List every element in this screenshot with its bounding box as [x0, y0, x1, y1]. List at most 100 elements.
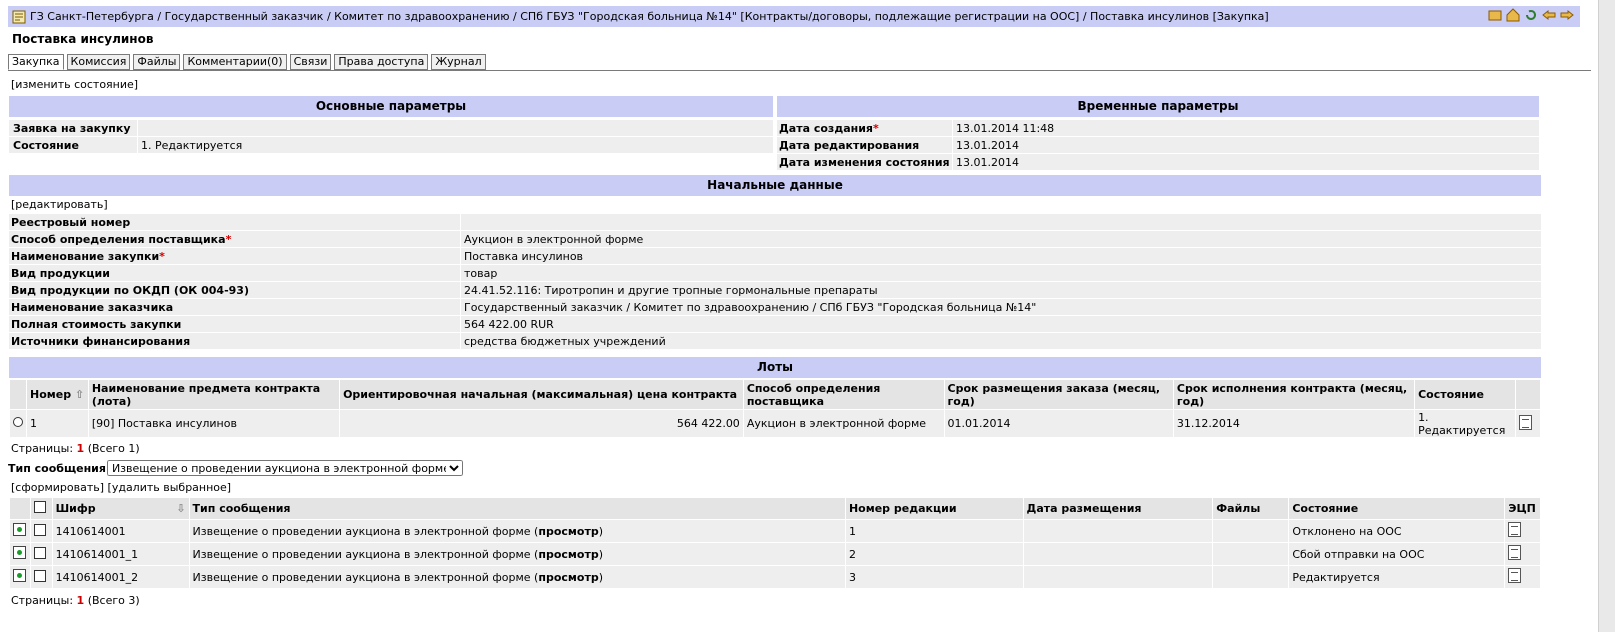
initial-data-row: Наименование закупки* Поставка инсулинов: [9, 248, 1541, 265]
time-param-row: Дата изменения состояния 13.01.2014: [777, 154, 1539, 171]
main-param-value: [137, 120, 141, 136]
time-param-row: Дата создания* 13.01.2014 11:48: [777, 120, 1539, 137]
lot-price: 564 422.00: [339, 409, 744, 438]
current-page[interactable]: 1: [77, 442, 85, 455]
main-param-row: Заявка на закупку: [9, 120, 773, 137]
msg-header-select: [30, 497, 53, 520]
document-icon[interactable]: [1508, 522, 1522, 537]
forward-icon[interactable]: [1560, 8, 1574, 22]
home-icon[interactable]: [1506, 8, 1520, 22]
lots-header-place-date: Срок размещения заказа (месяц, год): [943, 379, 1174, 410]
message-type-label: Тип сообщения: [8, 461, 106, 475]
required-marker: *: [873, 122, 879, 135]
edit-link[interactable]: [редактировать]: [9, 196, 1541, 214]
back-icon[interactable]: [1542, 8, 1556, 22]
message-status-icon[interactable]: [13, 523, 26, 536]
main-param-label: Заявка на закупку: [13, 122, 131, 135]
message-revision: 2: [844, 542, 1024, 566]
message-state: Редактируется: [1288, 565, 1506, 589]
initial-data-value: средства бюджетных учреждений: [460, 333, 666, 349]
lot-radio[interactable]: [13, 417, 23, 427]
time-param-value: 13.01.2014 11:48: [952, 120, 1054, 136]
document-icon[interactable]: [1518, 414, 1532, 430]
lots-pagination: Страницы: 1 (Всего 1): [9, 442, 1541, 455]
view-link[interactable]: просмотр: [538, 571, 598, 584]
initial-data-row: Способ определения поставщика* Аукцион в …: [9, 231, 1541, 248]
main-param-row: Состояние 1. Редактируется: [9, 137, 773, 154]
time-param-value: 13.01.2014: [952, 137, 1019, 153]
sort-down-icon[interactable]: ⇩: [176, 502, 185, 515]
lot-row: 1 [90] Поставка инсулинов 564 422.00 Аук…: [9, 409, 1542, 438]
document-icon[interactable]: [1508, 568, 1522, 583]
lot-name[interactable]: [90] Поставка инсулинов: [87, 409, 341, 438]
change-state-link[interactable]: [изменить состояние]: [11, 78, 138, 91]
lots-header-exec-date: Срок исполнения контракта (месяц, год): [1172, 379, 1416, 410]
msg-header-state: Состояние: [1288, 497, 1506, 520]
message-code: 1410614001_1: [51, 542, 190, 566]
tab-files[interactable]: Файлы: [133, 54, 181, 70]
lot-action-cell: [1514, 409, 1542, 438]
msg-header-date: Дата размещения: [1022, 497, 1214, 520]
main-param-value: 1. Редактируется: [137, 137, 242, 153]
main-param-label: Состояние: [13, 139, 79, 152]
actions-row: [сформировать] [удалить выбранное]: [11, 481, 231, 494]
initial-data-label: Реестровый номер: [11, 216, 131, 229]
time-params-title: Временные параметры: [777, 96, 1539, 117]
message-action-cell: [1504, 565, 1541, 589]
select-all-checkbox[interactable]: [34, 501, 47, 513]
message-checkbox[interactable]: [34, 546, 47, 559]
folder-icon[interactable]: [1488, 8, 1502, 22]
delete-selected-link[interactable]: [удалить выбранное]: [108, 481, 232, 494]
message-status-icon[interactable]: [13, 546, 26, 559]
lots-header-action: [1514, 379, 1542, 410]
pages-label: Страницы:: [11, 594, 74, 607]
refresh-icon[interactable]: [1524, 8, 1538, 22]
message-type-select[interactable]: Извещение о проведении аукциона в электр…: [106, 460, 463, 476]
tab-commission[interactable]: Комиссия: [66, 54, 131, 70]
message-revision: 3: [844, 565, 1024, 589]
initial-data-row: Наименование заказчика Государственный за…: [9, 299, 1541, 316]
breadcrumb[interactable]: ГЗ Санкт-Петербурга / Государственный за…: [30, 10, 1269, 23]
main-params-title: Основные параметры: [9, 96, 773, 117]
sort-up-icon[interactable]: ⇧: [75, 388, 84, 401]
app-logo-icon: [12, 10, 26, 23]
view-link[interactable]: просмотр: [538, 525, 598, 538]
msg-header-type: Тип сообщения: [188, 497, 846, 520]
tab-journal[interactable]: Журнал: [431, 54, 486, 70]
message-type-cell: Извещение о проведении аукциона в электр…: [188, 542, 846, 566]
initial-data-row: Вид продукции по ОКДП (ОК 004-93) 24.41.5…: [9, 282, 1541, 299]
initial-data-label: Способ определения поставщика: [11, 233, 226, 246]
lots-header-number[interactable]: Номер ⇧: [26, 379, 89, 410]
tab-purchase[interactable]: Закупка: [8, 54, 64, 70]
document-icon[interactable]: [1508, 545, 1522, 560]
tab-comments[interactable]: Комментарии(0): [183, 54, 287, 70]
message-select-cell: [30, 542, 53, 566]
message-status-icon[interactable]: [13, 569, 26, 582]
tab-bar: Закупка Комиссия Файлы Комментарии(0) Св…: [8, 54, 486, 70]
initial-data-value: 564 422.00 RUR: [460, 316, 554, 332]
message-type-cell: Извещение о проведении аукциона в электр…: [188, 565, 846, 589]
tab-access-rights[interactable]: Права доступа: [334, 54, 429, 70]
vertical-scrollbar[interactable]: [1598, 0, 1615, 632]
message-checkbox[interactable]: [34, 569, 47, 582]
message-state: Отклонено на ООС: [1288, 519, 1506, 543]
lots-section: Лоты Номер ⇧ Наименование предмета контр…: [9, 357, 1542, 455]
current-page[interactable]: 1: [77, 594, 85, 607]
breadcrumb-bar: ГЗ Санкт-Петербурга / Государственный за…: [8, 6, 1580, 27]
initial-data-row: Вид продукции товар: [9, 265, 1541, 282]
initial-data-value: товар: [460, 265, 497, 281]
message-files: [1212, 565, 1290, 589]
page-title: Поставка инсулинов: [12, 32, 154, 46]
message-type: Извещение о проведении аукциона в электр…: [192, 570, 531, 584]
msg-header-icon: [8, 497, 32, 520]
message-checkbox[interactable]: [34, 523, 47, 536]
form-link[interactable]: [сформировать]: [11, 481, 104, 494]
msg-header-code[interactable]: Шифр ⇩: [51, 497, 190, 520]
tab-divider: [8, 70, 1591, 71]
view-link[interactable]: просмотр: [538, 548, 598, 561]
tab-links[interactable]: Связи: [289, 54, 332, 70]
message-icon-cell: [8, 519, 32, 543]
pages-total: (Всего 3): [87, 594, 140, 607]
initial-data-value: 24.41.52.116: Тиротропин и другие тропны…: [460, 282, 878, 298]
message-type: Извещение о проведении аукциона в электр…: [192, 547, 531, 561]
